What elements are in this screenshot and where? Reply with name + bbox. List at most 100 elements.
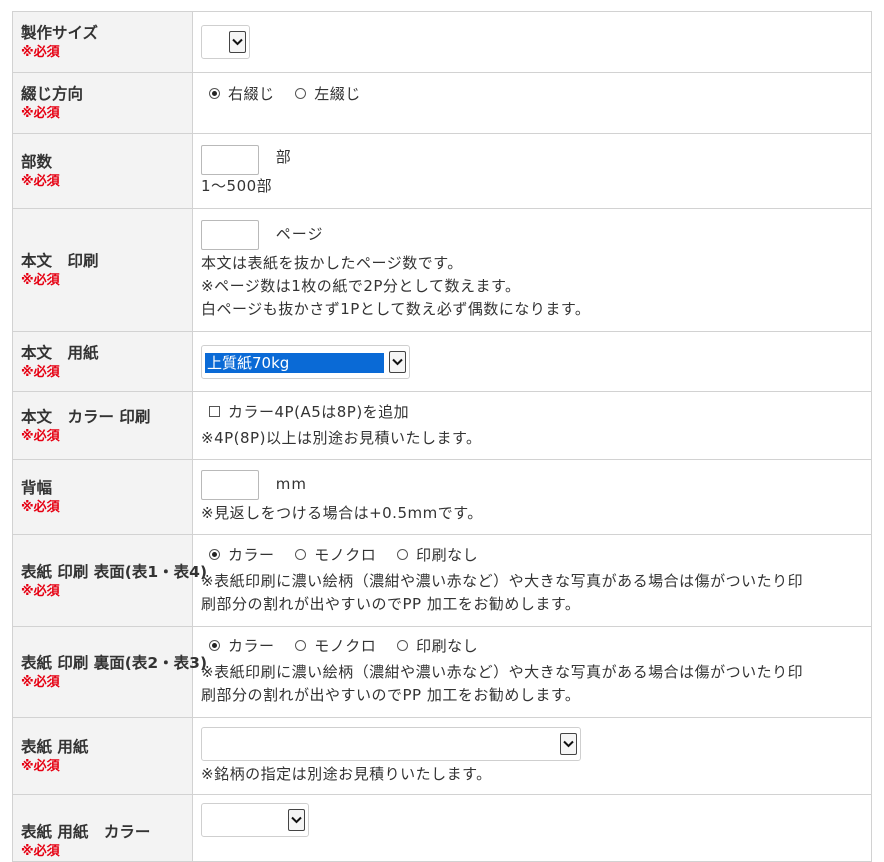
binding-label: 綴じ方向 [21, 85, 84, 103]
row-copies: 部数 ※必須 部 1〜500部 [12, 133, 872, 209]
label-cell: 背幅 ※必須 [12, 459, 193, 535]
value-cell: カラー4P(A5は8P)を追加 ※4P(8P)以上は別途お見積いたします。 [192, 391, 872, 460]
row-body-color: 本文 カラー 印刷 ※必須 カラー4P(A5は8P)を追加 ※4P(8P)以上は… [12, 391, 872, 460]
cover-front-none-label[interactable]: 印刷なし [416, 546, 478, 564]
required-mark: ※必須 [21, 583, 60, 599]
spine-unit: mm [275, 474, 308, 493]
required-mark: ※必須 [21, 106, 60, 121]
binding-radio-group: 右綴じ 左綴じ [201, 83, 863, 106]
cover-paper-select-row [201, 726, 863, 763]
cover-front-note-2: 刷部分の割れが出やすいのでPP 加工をお勧めします。 [201, 595, 581, 613]
cover-back-none-label[interactable]: 印刷なし [416, 637, 478, 655]
cover-paper-color-label: 表紙 用紙 カラー [21, 823, 151, 841]
cover-front-label: 表紙 印刷 表面(表1・表4) [21, 562, 208, 581]
label-cell: 表紙 印刷 裏面(表2・表3) ※必須 [12, 626, 208, 718]
size-label: 製作サイズ [21, 24, 99, 42]
required-mark: ※必須 [21, 174, 60, 189]
spine-input-row: mm [201, 469, 863, 502]
spine-input[interactable] [201, 469, 259, 500]
copies-unit: 部 [275, 147, 292, 166]
cover-paper-note: ※銘柄の指定は別途お見積りいたします。 [201, 764, 492, 783]
label-cell: 本文 用紙 ※必須 [12, 331, 193, 392]
required-mark: ※必須 [21, 500, 60, 515]
cover-back-label: 表紙 印刷 裏面(表2・表3) [21, 654, 208, 672]
value-cell: ※銘柄の指定は別途お見積りいたします。 [192, 717, 872, 795]
label-cell: 綴じ方向 ※必須 [12, 72, 193, 134]
cover-front-color-label[interactable]: カラー [228, 546, 275, 564]
binding-left-label[interactable]: 左綴じ [314, 85, 361, 103]
row-cover-front: 表紙 印刷 表面(表1・表4) ※必須 カラー モノクロ 印刷なし ※表紙印刷に… [12, 534, 872, 627]
row-spine: 背幅 ※必須 mm ※見返しをつける場合は+0.5mmです。 [12, 459, 872, 535]
cover-front-mono-label[interactable]: モノクロ [314, 546, 376, 564]
cover-back-radio-group: カラー モノクロ 印刷なし [201, 635, 863, 658]
required-mark: ※必須 [21, 45, 60, 60]
chevron-down-icon [229, 31, 246, 53]
pages-input[interactable] [201, 219, 259, 250]
pages-unit: ページ [275, 224, 324, 243]
cover-paper-label: 表紙 用紙 [21, 738, 89, 756]
copies-note: 1〜500部 [201, 176, 273, 195]
cover-back-note-1: ※表紙印刷に濃い絵柄（濃紺や濃い赤など）や大きな写真がある場合は傷がついたり印 [201, 663, 804, 681]
label-cell: 表紙 用紙 ※必須 [12, 717, 193, 795]
chevron-down-icon [560, 732, 577, 755]
row-cover-paper: 表紙 用紙 ※必須 ※銘柄の指定は別途お見積りいたします。 [12, 717, 872, 795]
cover-front-note-1: ※表紙印刷に濃い絵柄（濃紺や濃い赤など）や大きな写真がある場合は傷がついたり印 [201, 572, 804, 590]
body-color-label: 本文 カラー 印刷 [21, 407, 151, 426]
required-mark: ※必須 [21, 675, 60, 690]
chevron-down-icon [389, 350, 406, 373]
body-color-check-row: カラー4P(A5は8P)を追加 [201, 401, 863, 424]
value-cell: 右綴じ 左綴じ [192, 72, 872, 134]
value-cell: 部 1〜500部 [192, 133, 872, 209]
pages-input-row: ページ [201, 219, 863, 252]
value-cell [192, 794, 872, 862]
required-mark: ※必須 [21, 844, 60, 859]
row-size: 製作サイズ ※必須 [12, 11, 872, 73]
label-cell: 本文 印刷 ※必須 [12, 208, 193, 332]
body-color-checkbox-label[interactable]: カラー4P(A5は8P)を追加 [228, 403, 409, 421]
cover-back-none-radio[interactable] [397, 640, 409, 651]
pages-note-1: 本文は表紙を抜かしたページ数です。 [201, 253, 463, 272]
order-form-table: 製作サイズ ※必須 綴じ方向 ※必須 右綴じ 左綴じ 部数 ※必須 部 1〜50… [12, 11, 872, 862]
cover-back-mono-label[interactable]: モノクロ [314, 637, 376, 655]
body-paper-label: 本文 用紙 [21, 343, 99, 362]
binding-right-label[interactable]: 右綴じ [228, 85, 275, 103]
value-cell: ページ 本文は表紙を抜かしたページ数です。 ※ページ数は1枚の紙で2P分として数… [192, 208, 872, 332]
copies-label: 部数 [21, 153, 53, 171]
cover-back-color-label[interactable]: カラー [228, 637, 275, 655]
label-cell: 製作サイズ ※必須 [12, 11, 193, 73]
value-cell: カラー モノクロ 印刷なし ※表紙印刷に濃い絵柄（濃紺や濃い赤など）や大きな写真… [192, 534, 872, 627]
body-paper-selected: 上質紙70kg [205, 352, 384, 373]
binding-right-radio[interactable] [209, 88, 220, 99]
value-cell [192, 11, 872, 73]
cover-back-mono-radio[interactable] [295, 640, 307, 651]
cover-front-none-radio[interactable] [397, 549, 409, 560]
spine-label: 背幅 [21, 479, 53, 497]
body-print-label: 本文 印刷 [21, 252, 99, 270]
size-select[interactable] [201, 25, 250, 59]
cover-back-color-radio[interactable] [209, 640, 220, 651]
cover-back-note-2: 刷部分の割れが出やすいのでPP 加工をお勧めします。 [201, 686, 581, 704]
label-cell: 部数 ※必須 [12, 133, 193, 209]
copies-input-row: 部 [201, 144, 863, 175]
value-cell: 上質紙70kg [192, 331, 872, 392]
required-mark: ※必須 [21, 273, 60, 288]
binding-left-radio[interactable] [295, 88, 307, 99]
cover-front-radio-group: カラー モノクロ 印刷なし [201, 544, 863, 567]
label-cell: 表紙 用紙 カラー ※必須 [12, 794, 193, 862]
cover-paper-select[interactable] [201, 726, 581, 761]
required-mark: ※必須 [21, 759, 60, 774]
copies-input[interactable] [201, 144, 259, 175]
pages-note-3: 白ページも抜かさず1Pとして数え必ず偶数になります。 [201, 299, 591, 318]
cover-front-color-radio[interactable] [209, 549, 220, 560]
pages-note-2: ※ページ数は1枚の紙で2P分として数えます。 [201, 276, 521, 295]
row-cover-paper-color: 表紙 用紙 カラー ※必須 [12, 794, 872, 862]
row-body-print: 本文 印刷 ※必須 ページ 本文は表紙を抜かしたページ数です。 ※ページ数は1枚… [12, 208, 872, 332]
row-binding: 綴じ方向 ※必須 右綴じ 左綴じ [12, 72, 872, 134]
cover-front-mono-radio[interactable] [295, 549, 307, 560]
body-color-checkbox[interactable] [209, 406, 220, 417]
value-cell: カラー モノクロ 印刷なし ※表紙印刷に濃い絵柄（濃紺や濃い赤など）や大きな写真… [192, 626, 872, 718]
body-color-note: ※4P(8P)以上は別途お見積いたします。 [201, 429, 482, 447]
value-cell: mm ※見返しをつける場合は+0.5mmです。 [192, 459, 872, 535]
spine-note: ※見返しをつける場合は+0.5mmです。 [201, 503, 483, 522]
body-paper-select[interactable]: 上質紙70kg [201, 344, 410, 379]
